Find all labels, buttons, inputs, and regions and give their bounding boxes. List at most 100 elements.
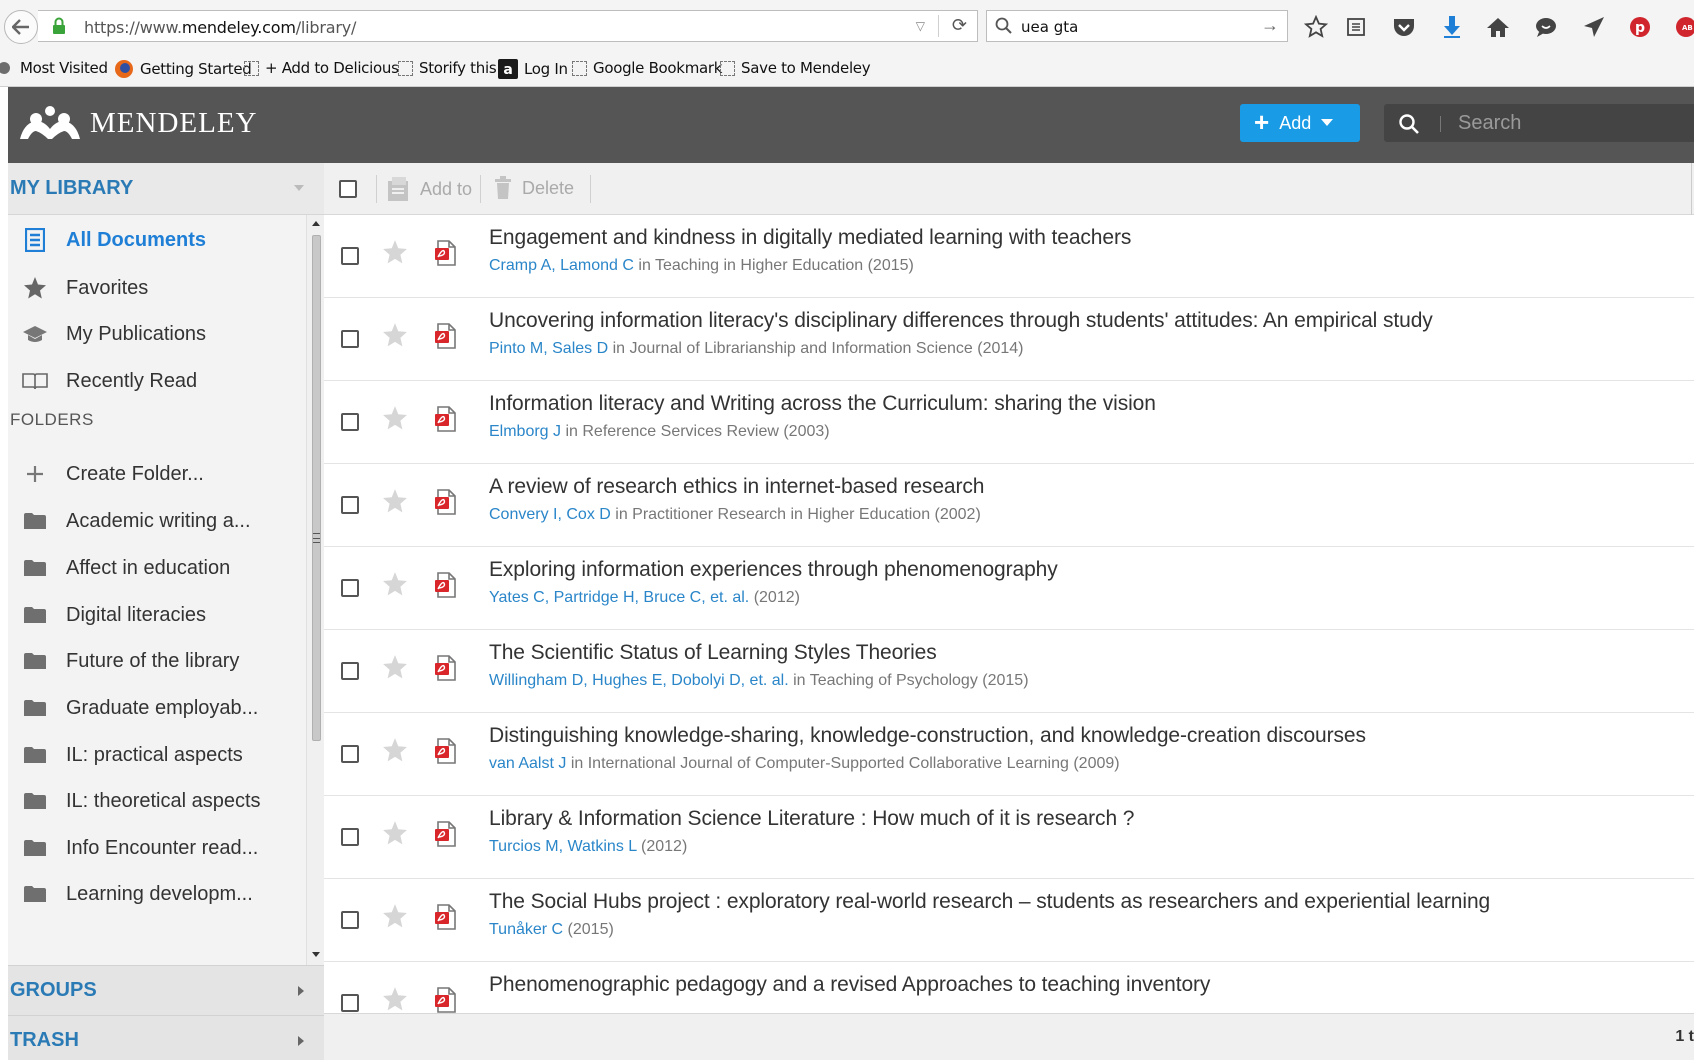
arrow-right-icon[interactable]: → [1261, 15, 1279, 36]
chat-icon[interactable] [1532, 14, 1560, 40]
scroll-down-icon[interactable] [312, 952, 320, 957]
bookmark-most-visited[interactable]: Most Visited [0, 59, 108, 77]
document-checkbox[interactable] [341, 330, 359, 348]
groups-section[interactable]: GROUPS [8, 965, 324, 1015]
pdf-icon[interactable] [434, 571, 458, 604]
document-authors[interactable]: Yates C, Partridge H, Bruce C, et. al. [489, 589, 749, 606]
pdf-icon[interactable] [434, 488, 458, 521]
library-search-input[interactable]: Search [1384, 104, 1694, 142]
trash-section[interactable]: TRASH [8, 1015, 324, 1060]
document-title[interactable]: Distinguishing knowledge-sharing, knowle… [489, 724, 1366, 748]
add-button[interactable]: + Add [1240, 104, 1360, 142]
sidebar-folder[interactable]: Future of the library [8, 638, 306, 684]
bookmark-getting-started[interactable]: Getting Started [114, 59, 252, 79]
select-all-checkbox[interactable] [339, 180, 357, 198]
pdf-icon[interactable] [434, 322, 458, 355]
pocket-icon[interactable] [1390, 14, 1418, 40]
document-checkbox[interactable] [341, 911, 359, 929]
sidebar-folder[interactable]: Academic writing a... [8, 498, 306, 544]
add-to-button[interactable]: Add to [386, 176, 472, 202]
pdf-icon[interactable] [434, 405, 458, 438]
sidebar-folder[interactable]: Info Encounter read... [8, 825, 306, 871]
document-row[interactable]: Engagement and kindness in digitally med… [324, 215, 1694, 298]
scrollbar-thumb[interactable] [312, 235, 321, 741]
document-checkbox[interactable] [341, 247, 359, 265]
sidebar-folder[interactable]: Graduate employab... [8, 685, 306, 731]
document-row[interactable]: Exploring information experiences throug… [324, 547, 1694, 630]
sidebar-item-my-publications[interactable]: My Publications [8, 311, 306, 357]
bookmark-save-to-mendeley[interactable]: Save to Mendeley [720, 59, 871, 77]
document-authors[interactable]: van Aalst J [489, 755, 566, 772]
pinterest-icon[interactable]: p [1626, 14, 1654, 40]
browser-search-box[interactable]: uea gta → [986, 10, 1288, 42]
star-icon[interactable] [382, 737, 408, 768]
my-library-header[interactable]: MY LIBRARY [8, 163, 324, 215]
scroll-up-icon[interactable] [312, 221, 320, 226]
url-dropdown-icon[interactable]: ▽ [916, 19, 925, 33]
document-checkbox[interactable] [341, 745, 359, 763]
document-checkbox[interactable] [341, 579, 359, 597]
star-icon[interactable] [382, 239, 408, 270]
star-icon[interactable] [382, 820, 408, 851]
document-title[interactable]: Engagement and kindness in digitally med… [489, 226, 1131, 250]
document-checkbox[interactable] [341, 994, 359, 1012]
document-title[interactable]: The Scientific Status of Learning Styles… [489, 641, 937, 665]
document-title[interactable]: Information literacy and Writing across … [489, 392, 1156, 416]
download-icon[interactable] [1438, 14, 1466, 40]
bookmark-google-bookmark[interactable]: Google Bookmark [572, 59, 722, 77]
send-icon[interactable] [1580, 14, 1608, 40]
document-row[interactable]: Information literacy and Writing across … [324, 381, 1694, 464]
sidebar-folder[interactable]: Digital literacies [8, 592, 306, 638]
reading-list-icon[interactable] [1342, 14, 1370, 40]
document-authors[interactable]: Willingham D, Hughes E, Dobolyi D, et. a… [489, 672, 789, 689]
document-checkbox[interactable] [341, 828, 359, 846]
back-button[interactable] [4, 10, 38, 44]
pdf-icon[interactable] [434, 986, 458, 1013]
document-authors[interactable]: Cramp A, Lamond C [489, 257, 634, 274]
sidebar-folder[interactable]: Learning developm... [8, 871, 306, 917]
document-checkbox[interactable] [341, 413, 359, 431]
star-icon[interactable] [382, 488, 408, 519]
star-icon[interactable] [382, 322, 408, 353]
bookmark-add-to-delicious[interactable]: + Add to Delicious [244, 59, 399, 77]
pdf-icon[interactable] [434, 239, 458, 272]
sidebar-scrollbar[interactable] [306, 215, 324, 965]
document-authors[interactable]: Turcios M, Watkins L [489, 838, 637, 855]
pdf-icon[interactable] [434, 820, 458, 853]
pdf-icon[interactable] [434, 654, 458, 687]
bookmark-log-in[interactable]: a Log In [498, 59, 568, 79]
document-row[interactable]: Phenomenographic pedagogy and a revised … [324, 962, 1694, 1013]
adblock-icon[interactable]: AB [1672, 14, 1694, 40]
sidebar-item-all-documents[interactable]: All Documents [8, 217, 306, 263]
star-icon[interactable] [382, 571, 408, 602]
document-row[interactable]: The Scientific Status of Learning Styles… [324, 630, 1694, 713]
mendeley-logo[interactable]: MENDELEY [18, 105, 257, 141]
document-title[interactable]: Library & Information Science Literature… [489, 807, 1134, 831]
sidebar-folder[interactable]: IL: theoretical aspects [8, 778, 306, 824]
document-authors[interactable]: Convery I, Cox D [489, 506, 611, 523]
sidebar-item-favorites[interactable]: Favorites [8, 265, 306, 311]
bookmark-star-icon[interactable] [1302, 14, 1330, 40]
document-title[interactable]: Exploring information experiences throug… [489, 558, 1058, 582]
document-authors[interactable]: Elmborg J [489, 423, 561, 440]
document-title[interactable]: Phenomenographic pedagogy and a revised … [489, 973, 1210, 997]
pdf-icon[interactable] [434, 737, 458, 770]
document-row[interactable]: Uncovering information literacy's discip… [324, 298, 1694, 381]
document-title[interactable]: Uncovering information literacy's discip… [489, 309, 1433, 333]
document-checkbox[interactable] [341, 662, 359, 680]
document-row[interactable]: Library & Information Science Literature… [324, 796, 1694, 879]
star-icon[interactable] [382, 405, 408, 436]
star-icon[interactable] [382, 903, 408, 934]
document-row[interactable]: Distinguishing knowledge-sharing, knowle… [324, 713, 1694, 796]
document-row[interactable]: A review of research ethics in internet-… [324, 464, 1694, 547]
sidebar-folder[interactable]: IL: practical aspects [8, 732, 306, 778]
delete-button[interactable]: Delete [494, 176, 574, 200]
sidebar-folder[interactable]: Affect in education [8, 545, 306, 591]
home-icon[interactable] [1484, 14, 1512, 40]
document-authors[interactable]: Tunåker C [489, 921, 563, 938]
document-row[interactable]: The Social Hubs project : exploratory re… [324, 879, 1694, 962]
document-checkbox[interactable] [341, 496, 359, 514]
star-icon[interactable] [382, 654, 408, 685]
bookmark-storify[interactable]: Storify this [398, 59, 497, 77]
star-icon[interactable] [382, 986, 408, 1013]
